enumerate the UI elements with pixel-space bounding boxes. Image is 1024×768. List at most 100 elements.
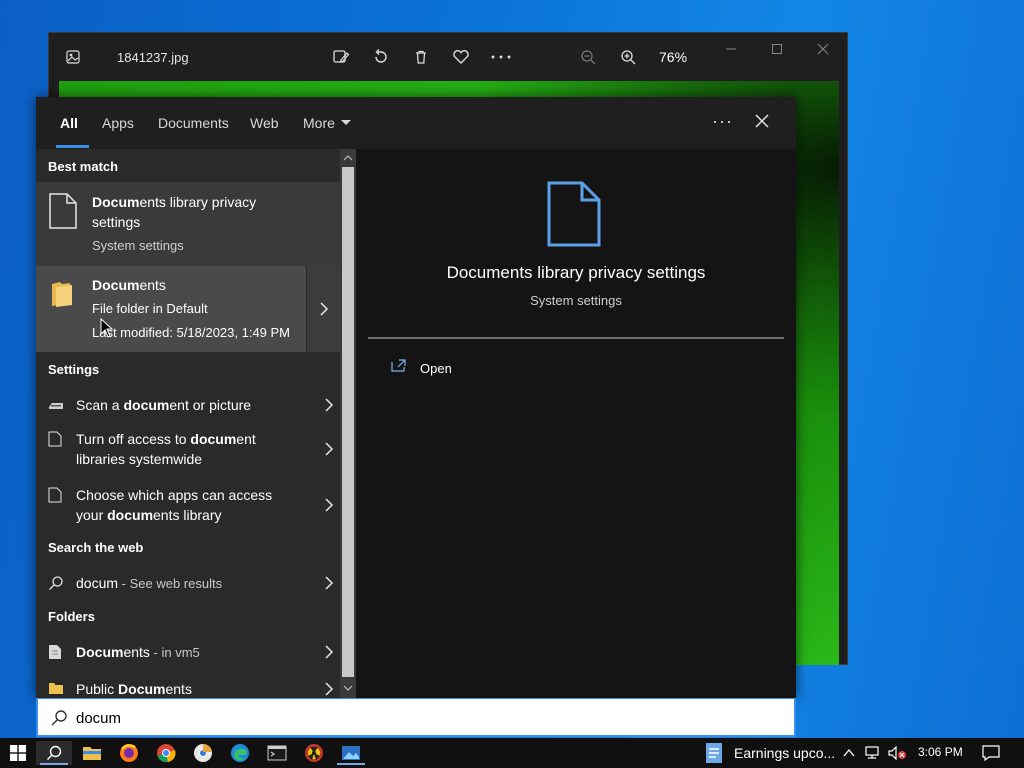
document-icon: [48, 431, 64, 447]
folder-item-label: Documents - in vm5: [76, 644, 200, 660]
section-best-match: Best match: [48, 159, 119, 174]
active-tab-indicator: [56, 145, 89, 148]
close-window-icon[interactable]: [817, 43, 837, 63]
chevron-right-icon: [325, 398, 334, 412]
windows-logo-icon: [10, 745, 26, 761]
settings-item-label-line2: libraries systemwide: [76, 451, 203, 467]
tab-web[interactable]: Web: [250, 115, 279, 131]
document-icon: [48, 193, 78, 229]
best-match-title: Documents library privacy: [92, 194, 257, 210]
clock[interactable]: 3:06 PM: [918, 745, 963, 759]
section-folders: Folders: [48, 609, 95, 624]
rotate-icon[interactable]: [369, 45, 393, 69]
document-folder-icon: [48, 644, 64, 660]
preview-title: Documents library privacy settings: [446, 263, 706, 282]
best-match-item-documents[interactable]: Documents File folder in Default Last mo…: [36, 266, 306, 352]
chevron-right-icon: [325, 645, 334, 659]
preview-subtitle: System settings: [530, 293, 622, 308]
volume-muted-icon[interactable]: [888, 746, 908, 760]
notifications-icon[interactable]: [982, 745, 1000, 761]
scroll-down-icon[interactable]: [343, 683, 353, 693]
zoom-level[interactable]: 76%: [659, 49, 687, 65]
zoom-out-icon[interactable]: [576, 45, 600, 69]
open-action[interactable]: Open: [420, 361, 452, 376]
chevron-right-icon: [325, 682, 334, 696]
chevron-right-icon: [325, 442, 334, 456]
maximize-icon[interactable]: [771, 43, 791, 63]
terminal-icon[interactable]: [259, 741, 295, 765]
chevron-right-icon: [325, 498, 334, 512]
web-search-item[interactable]: docum - See web results: [36, 569, 340, 599]
file-explorer-icon[interactable]: [74, 741, 110, 765]
edge-icon[interactable]: [222, 741, 258, 765]
chevron-right-icon: [325, 576, 334, 590]
folder-item-label: Public Documents: [76, 681, 192, 697]
start-button[interactable]: [0, 741, 36, 765]
settings-item-label-line2: your documents library: [76, 507, 222, 523]
documents-folder-modified: Last modified: 5/18/2023, 1:49 PM: [92, 325, 291, 340]
settings-item-choose-apps[interactable]: Choose which apps can access your docume…: [36, 483, 340, 529]
folder-icon: [48, 680, 64, 696]
active-indicator: [40, 763, 68, 765]
folder-item-documents[interactable]: Documents - in vm5: [36, 639, 340, 667]
results-scrollbar[interactable]: [340, 149, 356, 698]
folder-icon: [50, 280, 76, 308]
preview-divider: [368, 337, 784, 339]
section-search-web: Search the web: [48, 540, 144, 555]
settings-item-label: Choose which apps can access: [76, 487, 273, 503]
mouse-cursor-icon: [100, 318, 114, 338]
settings-item-scan[interactable]: Scan a document or picture: [36, 389, 340, 421]
scroll-up-icon[interactable]: [343, 153, 353, 163]
chrome-canary-icon[interactable]: [185, 741, 221, 765]
documents-folder-title: Documents: [92, 277, 166, 293]
folder-item-public-documents[interactable]: Public Documents: [36, 677, 340, 698]
gallery-icon[interactable]: [61, 45, 85, 69]
web-search-label: docum - See web results: [76, 575, 223, 591]
taskbar-search-button[interactable]: [36, 741, 72, 765]
search-input[interactable]: [76, 708, 676, 728]
tab-all[interactable]: All: [60, 115, 78, 131]
zoom-in-icon[interactable]: [616, 45, 640, 69]
minimize-icon[interactable]: [725, 43, 745, 63]
document-icon: [48, 487, 64, 503]
app-radiation-icon[interactable]: [296, 741, 332, 765]
taskbar: Earnings upco... 3:06 PM: [0, 738, 1024, 768]
settings-item-label: Turn off access to document: [76, 431, 256, 447]
document-large-icon: [546, 181, 602, 247]
more-options-icon[interactable]: [489, 45, 513, 69]
news-widget-text[interactable]: Earnings upco...: [734, 745, 835, 761]
tab-more[interactable]: More: [303, 115, 351, 131]
expand-documents-button[interactable]: [306, 266, 340, 352]
scanner-icon: [48, 397, 64, 413]
search-tabs: All Apps Documents Web More ···: [36, 97, 796, 149]
chevron-down-icon: [340, 120, 351, 125]
active-indicator: [337, 763, 365, 765]
more-options-icon[interactable]: ···: [712, 111, 733, 132]
documents-folder-location: File folder in Default: [92, 301, 208, 316]
network-icon[interactable]: [864, 746, 882, 760]
chevron-up-icon[interactable]: [842, 747, 856, 759]
tab-more-label: More: [303, 115, 335, 131]
search-box[interactable]: [36, 698, 796, 737]
search-icon: [48, 575, 64, 591]
settings-item-turn-off-access[interactable]: Turn off access to document libraries sy…: [36, 427, 340, 473]
favorite-heart-icon[interactable]: [449, 45, 473, 69]
settings-item-label: Scan a document or picture: [76, 397, 252, 413]
best-match-title-line2: settings: [92, 214, 141, 230]
delete-icon[interactable]: [409, 45, 433, 69]
results-list: Best match Documents library privacy set…: [36, 149, 340, 698]
best-match-item-privacy-settings[interactable]: Documents library privacy settings Syste…: [36, 182, 340, 266]
scrollbar-thumb[interactable]: [342, 167, 354, 677]
firefox-icon[interactable]: [111, 741, 147, 765]
tab-documents[interactable]: Documents: [158, 115, 229, 131]
section-settings: Settings: [48, 362, 100, 377]
news-weather-icon[interactable]: [704, 741, 726, 765]
close-icon[interactable]: [754, 113, 774, 133]
chrome-icon[interactable]: [148, 741, 184, 765]
search-icon: [47, 745, 62, 760]
search-icon: [50, 709, 68, 727]
tab-apps[interactable]: Apps: [102, 115, 134, 131]
open-icon[interactable]: [390, 357, 408, 373]
edit-image-icon[interactable]: [329, 45, 353, 69]
photos-app-icon[interactable]: [333, 741, 369, 765]
